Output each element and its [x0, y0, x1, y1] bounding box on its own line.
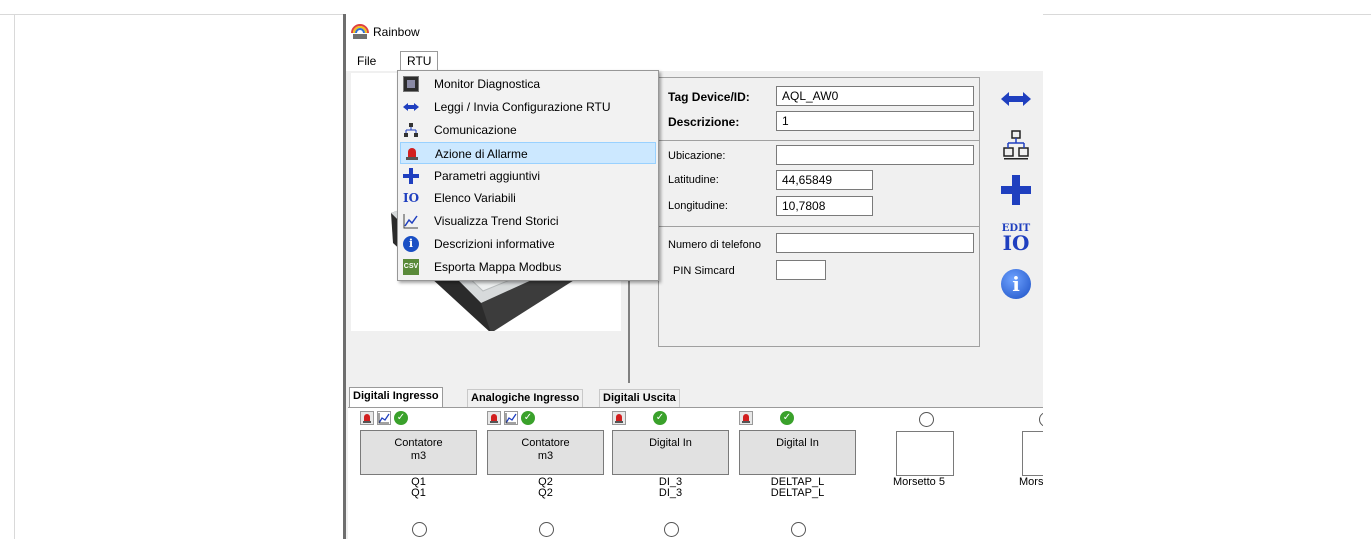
- menu-item-comunicazione[interactable]: Comunicazione: [400, 119, 656, 141]
- channel-status-circle: [412, 522, 427, 537]
- alarm-icon[interactable]: [487, 411, 501, 425]
- io-list-icon: IO: [403, 191, 420, 205]
- channel-button[interactable]: Digital In: [739, 430, 856, 475]
- alarm-icon[interactable]: [360, 411, 374, 425]
- telefono-field[interactable]: [776, 233, 974, 253]
- double-arrow-icon: [1001, 92, 1031, 106]
- channel-button[interactable]: Digital In: [612, 430, 729, 475]
- ubicazione-label: Ubicazione:: [668, 150, 726, 162]
- outer-frame-left: [14, 14, 15, 539]
- tab-content: ✓ Contatore m3 Q1 Q1 ✓ Contatore m3 Q2 Q2: [348, 407, 1043, 539]
- rtu-dropdown-menu: Monitor Diagnostica Leggi / Invia Config…: [397, 70, 659, 281]
- trend-chart-icon[interactable]: [377, 411, 391, 425]
- tag-field[interactable]: AQL_AW0: [776, 86, 974, 106]
- tab-digitali-ingresso[interactable]: Digitali Ingresso: [349, 387, 443, 408]
- menu-item-esporta-modbus[interactable]: CSV Esporta Mappa Modbus: [400, 256, 656, 278]
- channel-id: Q1 Q1: [411, 476, 426, 499]
- pin-field[interactable]: [776, 260, 826, 280]
- telefono-label: Numero di telefono: [668, 239, 761, 251]
- ubicazione-field[interactable]: [776, 145, 974, 165]
- channel-button[interactable]: Contatore m3: [360, 430, 477, 475]
- channel-label: Morsetto 5: [893, 476, 945, 488]
- channel-id: DELTAP_L DELTAP_L: [770, 476, 825, 499]
- transfer-arrows-icon: [403, 103, 419, 111]
- channel-4: ✓ Digital In DELTAP_L DELTAP_L: [739, 411, 859, 499]
- add-button[interactable]: [998, 172, 1034, 208]
- plus-icon: [1001, 175, 1031, 205]
- transfer-button[interactable]: [998, 81, 1034, 117]
- trend-chart-icon[interactable]: [504, 411, 518, 425]
- latitudine-label: Latitudine:: [668, 174, 719, 186]
- menu-item-monitor-diagnostica[interactable]: Monitor Diagnostica: [400, 73, 656, 95]
- menu-rtu[interactable]: RTU: [400, 51, 439, 71]
- image-panel-footer: [351, 331, 621, 381]
- plus-icon: [403, 168, 419, 184]
- trend-chart-icon: [403, 214, 418, 229]
- latitudine-field[interactable]: 44,65849: [776, 170, 873, 190]
- title-bar: Rainbow: [346, 14, 1043, 49]
- menu-item-trend-storici[interactable]: Visualizza Trend Storici: [400, 210, 656, 232]
- check-icon: ✓: [780, 411, 794, 425]
- tab-digitali-uscita[interactable]: Digitali Uscita: [599, 389, 680, 408]
- longitudine-label: Longitudine:: [668, 200, 728, 212]
- menu-item-parametri[interactable]: Parametri aggiuntivi: [400, 165, 656, 187]
- pin-label: PIN Simcard: [673, 265, 735, 277]
- menu-item-elenco-variabili[interactable]: IO Elenco Variabili: [400, 187, 656, 209]
- description-label: Descrizione:: [668, 115, 740, 129]
- network-icon: [1003, 130, 1029, 160]
- tab-strip: Digitali Ingresso Analogiche Ingresso Di…: [346, 387, 1043, 408]
- menu-item-descrizioni[interactable]: i Descrizioni informative: [400, 233, 656, 255]
- channel-status-circle: [919, 412, 934, 427]
- tab-analogiche-ingresso[interactable]: Analogiche Ingresso: [467, 389, 584, 408]
- description-field[interactable]: 1: [776, 111, 974, 131]
- alarm-icon[interactable]: [612, 411, 626, 425]
- tag-label: Tag Device/ID:: [668, 90, 750, 104]
- window-title: Rainbow: [373, 25, 420, 39]
- channel-label: Morse: [1019, 476, 1043, 488]
- channel-status-circle: [791, 522, 806, 537]
- alarm-icon[interactable]: [739, 411, 753, 425]
- menu-bar: File RTU: [346, 49, 1043, 71]
- channel-button[interactable]: Contatore m3: [487, 430, 604, 475]
- empty-channel-button[interactable]: [896, 431, 954, 476]
- check-icon: ✓: [521, 411, 535, 425]
- channel-3: ✓ Digital In DI_3 DI_3: [612, 411, 732, 499]
- longitudine-field[interactable]: 10,7808: [776, 196, 873, 216]
- empty-channel-button[interactable]: [1022, 431, 1043, 476]
- channel-status-circle: [539, 522, 554, 537]
- channel-id: DI_3 DI_3: [658, 476, 683, 499]
- network-icon: [404, 123, 418, 137]
- info-button[interactable]: i: [998, 266, 1034, 302]
- channel-status-circle: [664, 522, 679, 537]
- menu-item-leggi-invia[interactable]: Leggi / Invia Configurazione RTU: [400, 96, 656, 118]
- alarm-icon: [404, 146, 420, 162]
- rainbow-app-icon: [351, 24, 369, 39]
- channel-1: ✓ Contatore m3 Q1 Q1: [360, 411, 480, 499]
- csv-icon: CSV: [403, 259, 419, 275]
- info-icon: i: [403, 236, 419, 252]
- check-icon: ✓: [394, 411, 408, 425]
- channel-id: Q2 Q2: [538, 476, 553, 499]
- edit-io-icon: EDIT IO: [1001, 222, 1031, 255]
- edit-io-button[interactable]: EDIT IO: [998, 219, 1034, 255]
- monitor-icon: [403, 76, 419, 92]
- check-icon: ✓: [653, 411, 667, 425]
- network-button[interactable]: [998, 127, 1034, 163]
- menu-item-azione-allarme[interactable]: Azione di Allarme: [400, 142, 656, 164]
- channel-status-circle: [1039, 412, 1043, 427]
- info-icon: i: [1001, 269, 1031, 299]
- channel-2: ✓ Contatore m3 Q2 Q2: [487, 411, 607, 499]
- menu-file[interactable]: File: [351, 52, 382, 70]
